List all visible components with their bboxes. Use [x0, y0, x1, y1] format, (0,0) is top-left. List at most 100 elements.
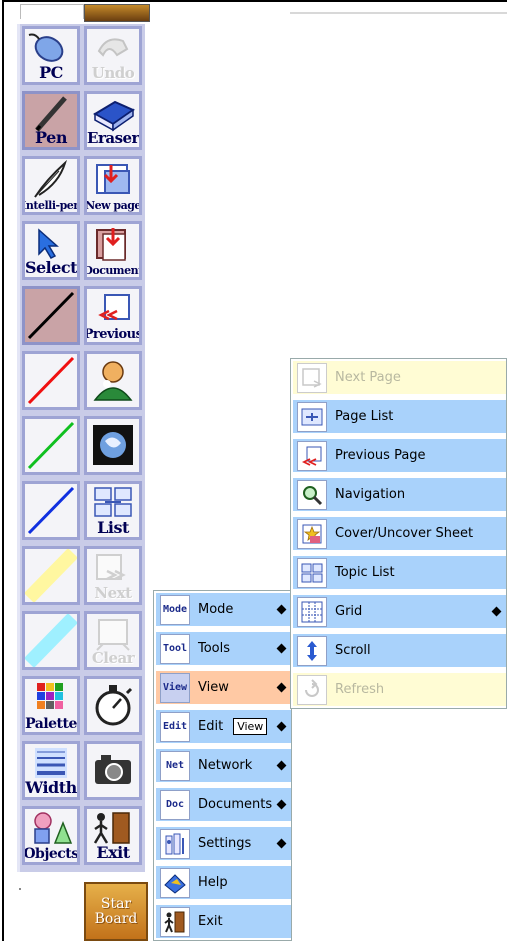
eraser-icon [93, 100, 136, 132]
yellow-highlighter-button[interactable] [22, 546, 80, 605]
pc-label: PC [39, 63, 63, 82]
submenu-item-scroll[interactable]: Scroll [293, 634, 506, 669]
view-icon: View [160, 672, 190, 703]
submenu-arrow-icon [276, 682, 287, 693]
submenu-item-cover-sheet[interactable]: Cover/Uncover Sheet [293, 517, 506, 552]
starboard-line2: Board [94, 910, 138, 927]
menu-item-label: Exit [198, 914, 223, 929]
new-page-button[interactable]: New page [84, 156, 142, 215]
menu-item-label: Mode [198, 602, 234, 617]
clear-button[interactable]: Clear [84, 611, 142, 670]
submenu-arrow-icon [276, 643, 287, 654]
menu-item-network[interactable]: Net Network [156, 749, 291, 784]
menu-item-settings[interactable]: Settings [156, 827, 291, 862]
menu-item-exit[interactable]: Exit [156, 905, 291, 940]
top-tab[interactable] [20, 4, 84, 19]
eraser-label: Eraser [87, 129, 139, 147]
magnifier-icon [297, 479, 327, 510]
new-page-icon [96, 164, 130, 194]
submenu-item-refresh[interactable]: Refresh [293, 673, 506, 708]
submenu-item-page-list[interactable]: Page List [293, 400, 506, 435]
submenu-item-label: Scroll [335, 643, 371, 658]
submenu-item-label: Page List [335, 409, 394, 424]
submenu-arrow-icon [491, 606, 502, 617]
next-page-icon [297, 362, 327, 393]
camera-button[interactable] [84, 741, 142, 800]
undo-label: Undo [91, 64, 135, 82]
previous-page-icon [297, 440, 327, 471]
submenu-item-next-page[interactable]: Next Page [293, 361, 506, 396]
marker-dot [19, 888, 21, 890]
blue-line-pen-icon [27, 486, 75, 535]
new-page-label: New page [85, 199, 141, 212]
menu-item-label: View [198, 680, 229, 695]
undo-button[interactable]: Undo [84, 26, 142, 85]
green-line-pen-icon [27, 421, 75, 470]
view-tooltip: View [233, 718, 268, 735]
stopwatch-icon [95, 685, 133, 726]
objects-button[interactable]: Objects [22, 806, 80, 865]
submenu-arrow-icon [276, 721, 287, 732]
menu-item-edit[interactable]: Edit Edit View [156, 710, 291, 745]
refresh-icon [297, 674, 327, 705]
cyan-highlighter-icon [25, 614, 77, 667]
exit-icon [160, 906, 190, 937]
settings-icon [160, 828, 190, 859]
submenu-item-grid[interactable]: Grid [293, 595, 506, 630]
list-button[interactable]: List [84, 481, 142, 540]
document-label: Document [84, 264, 142, 277]
user-button[interactable] [84, 351, 142, 410]
document-button[interactable]: Document [84, 221, 142, 280]
menu-item-label: Settings [198, 836, 252, 851]
submenu-item-label: Next Page [335, 370, 401, 385]
red-pen-button[interactable] [22, 351, 80, 410]
grid-icon [297, 596, 327, 627]
documents-icon: Doc [160, 789, 190, 820]
cyan-highlighter-button[interactable] [22, 611, 80, 670]
intelli-pen-label: Intelli-pen [22, 199, 80, 212]
width-button[interactable]: Width [22, 741, 80, 800]
submenu-item-label: Previous Page [335, 448, 426, 463]
palette-button[interactable]: Palette [22, 676, 80, 735]
pen-button[interactable]: Pen [22, 91, 80, 150]
next-label: Next [94, 584, 132, 602]
exit-toolbar-button[interactable]: Exit [84, 806, 142, 865]
black-line-pen-icon [27, 291, 75, 340]
blue-pen-button[interactable] [22, 481, 80, 540]
submenu-item-topic-list[interactable]: Topic List [293, 556, 506, 591]
eraser-button[interactable]: Eraser [84, 91, 142, 150]
menu-item-tools[interactable]: Tool Tools [156, 632, 291, 667]
black-pen-button[interactable] [22, 286, 80, 345]
red-line-pen-icon [27, 356, 75, 405]
menu-item-label: Network [198, 758, 253, 773]
starboard-logo-button[interactable]: Star Board [84, 882, 148, 941]
submenu-item-label: Navigation [335, 487, 406, 502]
select-label: Select [24, 258, 78, 277]
objects-label: Objects [23, 846, 79, 862]
submenu-item-navigation[interactable]: Navigation [293, 478, 506, 513]
top-divider [290, 12, 507, 14]
screen-capture-icon [93, 425, 133, 465]
menu-item-documents[interactable]: Doc Documents [156, 788, 291, 823]
top-tab-starboard[interactable] [84, 4, 150, 22]
menu-item-label: Tools [198, 641, 231, 656]
screen-capture-button[interactable] [84, 416, 142, 475]
intelli-pen-button[interactable]: Intelli-pen [22, 156, 80, 215]
stopwatch-button[interactable] [84, 676, 142, 735]
pc-button[interactable]: PC [22, 26, 80, 85]
submenu-item-label: Grid [335, 604, 363, 619]
pen-label: Pen [35, 128, 67, 147]
clear-icon [96, 619, 130, 651]
menu-item-help[interactable]: Help [156, 866, 291, 901]
page-list-icon [297, 401, 327, 432]
cover-sheet-icon [297, 518, 327, 549]
menu-item-view[interactable]: View View [156, 671, 291, 706]
scroll-icon [297, 635, 327, 666]
previous-button[interactable]: Previous [84, 286, 142, 345]
menu-item-mode[interactable]: Mode Mode [156, 593, 291, 628]
submenu-arrow-icon [276, 604, 287, 615]
next-button[interactable]: Next [84, 546, 142, 605]
select-button[interactable]: Select [22, 221, 80, 280]
submenu-item-previous-page[interactable]: Previous Page [293, 439, 506, 474]
green-pen-button[interactable] [22, 416, 80, 475]
